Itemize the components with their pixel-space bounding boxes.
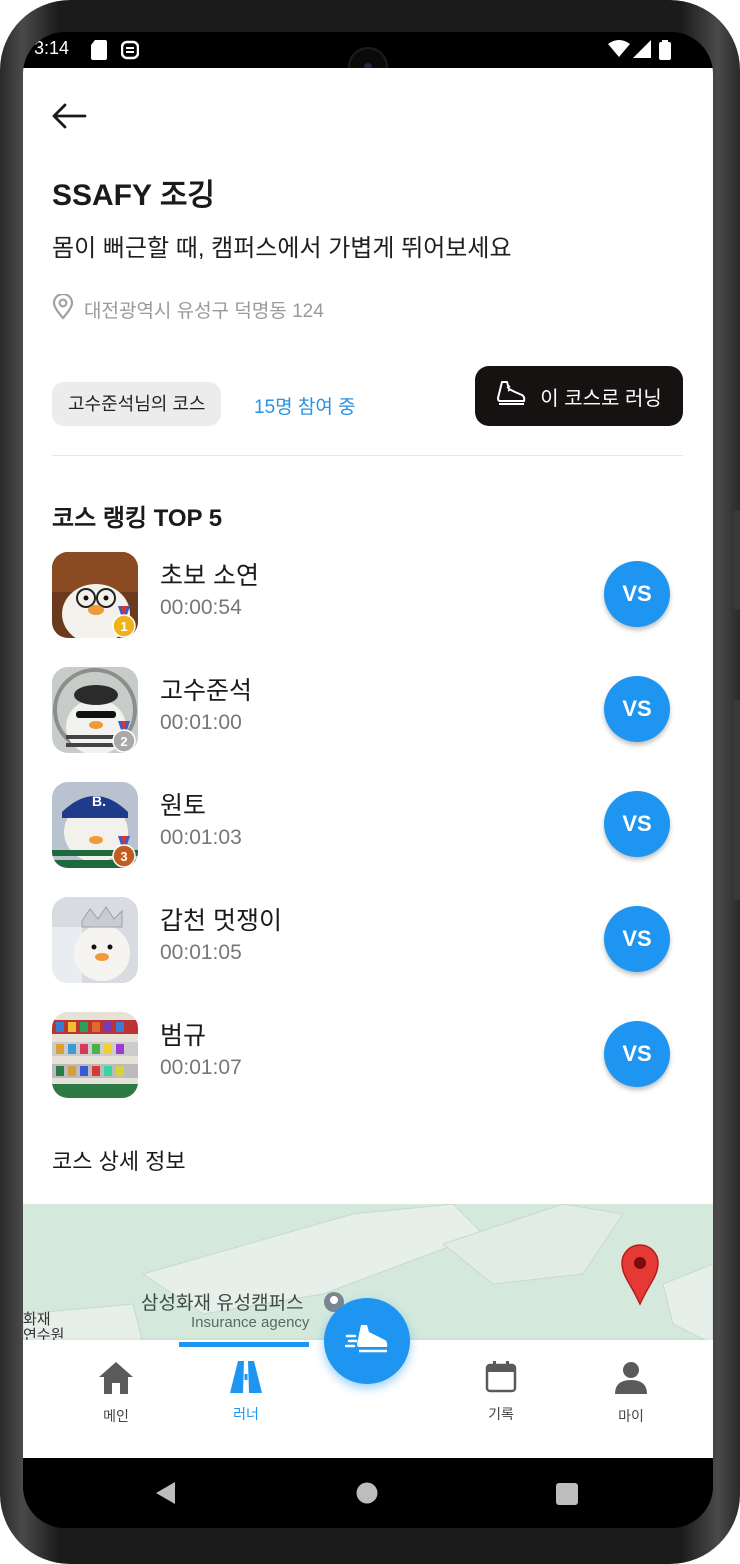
gold-medal-icon: 1 [112,606,136,638]
nav-item-record[interactable]: 기록 [456,1360,546,1424]
system-recents-icon[interactable] [556,1483,578,1509]
nav-label: 러너 [233,1406,259,1422]
course-description: 몸이 뻐근할 때, 캠퍼스에서 가볍게 뛰어보세요 [52,235,512,262]
runner-time: 00:00:54 [160,596,242,619]
ranking-list: 1 초보 소연 00:00:54 VS 2 고수준석 00:01:00 VS B… [52,552,672,1127]
nav-label: 메인 [103,1408,129,1424]
status-time: 3:14 [34,38,70,58]
person-icon [613,1362,649,1400]
runner-time: 00:01:03 [160,826,242,849]
wifi-icon [608,40,630,62]
system-navigation-bar [23,1458,713,1528]
ranking-title: 코스 랭킹 TOP 5 [52,505,223,532]
svg-text:3: 3 [120,849,127,864]
nav-item-my[interactable]: 마이 [586,1360,676,1426]
ranking-row: 범규 00:01:07 VS [52,1012,672,1127]
silver-medal-icon: 2 [112,721,136,753]
vs-button[interactable]: VS [604,791,670,857]
vs-button[interactable]: VS [604,906,670,972]
runner-time: 00:01:00 [160,711,242,734]
signal-icon [633,40,651,62]
system-back-icon[interactable] [155,1481,177,1509]
runner-time: 00:01:07 [160,1056,242,1079]
back-button[interactable] [51,100,91,136]
phone-frame: 3:14 SSAFY 조깅 몸이 뻐근할 때, 캠퍼스에서 가볍게 뛰어보세요 … [0,0,740,1564]
bronze-medal-icon: 3 [112,836,136,868]
map-place-name: 삼성화재 유성캠퍼스 [141,1293,304,1314]
nav-label: 마이 [618,1408,644,1424]
location-pin-icon [52,292,74,324]
avatar[interactable]: 2 [52,667,138,753]
map-place-type: Insurance agency [191,1314,310,1331]
system-home-icon[interactable] [356,1482,378,1508]
start-run-fab[interactable] [324,1298,410,1384]
map-pin-icon[interactable] [621,1244,659,1310]
ranking-row: B. 3 원토 00:01:03 VS [52,782,672,897]
road-icon [229,1361,263,1398]
ranking-row: 갑천 멋쟁이 00:01:05 VS [52,897,672,1012]
runner-name: 고수준석 [160,677,253,705]
ranking-row: 2 고수준석 00:01:00 VS [52,667,672,782]
nav-label: 기록 [488,1406,514,1422]
power-button [734,700,740,900]
avatar[interactable] [52,897,138,983]
avatar[interactable]: 1 [52,552,138,638]
nav-item-runner[interactable]: 러너 [201,1360,291,1424]
run-button-label: 이 코스로 러닝 [540,387,662,410]
battery-icon [659,40,671,64]
avatar[interactable] [52,1012,138,1098]
runner-name: 범규 [160,1022,207,1050]
running-shoe-icon [344,1322,389,1360]
svg-text:B.: B. [92,793,106,809]
participants-count: 15명 참여 중 [254,397,356,418]
location-text: 대전광역시 유성구 덕명동 124 [84,300,324,322]
runner-name: 초보 소연 [160,562,259,590]
ranking-row: 1 초보 소연 00:00:54 VS [52,552,672,667]
runner-name: 갑천 멋쟁이 [160,907,282,935]
home-icon [97,1362,135,1400]
data-saver-icon [120,40,140,64]
volume-button [734,510,740,610]
run-this-course-button[interactable]: 이 코스로 러닝 [475,366,683,426]
page-title: SSAFY 조깅 [52,179,216,212]
running-shoe-icon [496,380,526,412]
section-divider [52,455,683,456]
course-location: 대전광역시 유성구 덕명동 124 [52,292,324,324]
svg-text:1: 1 [120,619,127,634]
course-detail-title: 코스 상세 정보 [52,1149,186,1174]
course-detail-screen: SSAFY 조깅 몸이 뻐근할 때, 캠퍼스에서 가볍게 뛰어보세요 대전광역시… [23,68,713,1458]
svg-text:2: 2 [120,734,127,749]
active-tab-indicator [179,1342,309,1347]
runner-name: 원토 [160,792,207,820]
avatar[interactable]: B. 3 [52,782,138,868]
phone-screen: 3:14 SSAFY 조깅 몸이 뻐근할 때, 캠퍼스에서 가볍게 뛰어보세요 … [23,32,713,1528]
runner-time: 00:01:05 [160,941,242,964]
course-owner-chip: 고수준석님의 코스 [52,382,222,426]
arrow-left-icon [51,103,87,133]
sd-card-icon [91,40,107,64]
vs-button[interactable]: VS [604,561,670,627]
vs-button[interactable]: VS [604,1021,670,1087]
vs-button[interactable]: VS [604,676,670,742]
calendar-icon [484,1361,518,1398]
nav-item-main[interactable]: 메인 [71,1360,161,1426]
